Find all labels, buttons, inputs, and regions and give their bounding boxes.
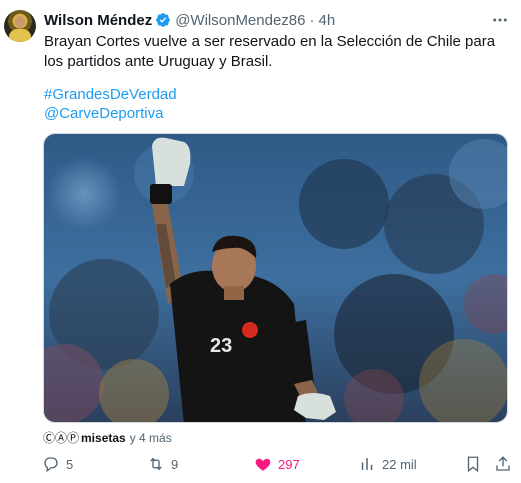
tweet-header: Wilson Méndez @WilsonMendez86 · 4h xyxy=(44,11,335,29)
share-icon xyxy=(496,456,510,471)
retweet-button[interactable]: 9 xyxy=(147,452,178,476)
jersey-number: 23 xyxy=(210,335,232,357)
verified-badge-icon xyxy=(155,12,171,28)
avatar[interactable] xyxy=(4,10,36,42)
like-count: 297 xyxy=(278,456,300,472)
hashtag-link[interactable]: #GrandesDeVerdad xyxy=(44,85,177,105)
like-button[interactable]: 297 xyxy=(254,452,300,476)
mention-link[interactable]: @CarveDeportiva xyxy=(44,104,163,124)
header-separator: · xyxy=(309,11,315,29)
reply-icon xyxy=(44,457,58,473)
avatar-shirt xyxy=(9,29,31,42)
bookmark-button[interactable] xyxy=(464,452,488,476)
more-options-button[interactable] xyxy=(489,10,511,30)
attribution-user[interactable]: misetas xyxy=(81,431,126,445)
views-icon xyxy=(361,458,373,470)
retweet-count: 9 xyxy=(171,456,179,472)
tweet-text: Brayan Cortes vuelve a ser reservado en … xyxy=(44,33,496,70)
bookmark-icon xyxy=(467,456,479,473)
license-icons: ⒸⒶⓅ xyxy=(43,431,80,445)
more-icon xyxy=(493,18,507,22)
attribution-more[interactable]: y 4 más xyxy=(130,431,172,445)
tweet-photo[interactable]: 23 xyxy=(43,133,508,423)
author-name[interactable]: Wilson Méndez xyxy=(44,12,152,29)
tweet-actions: 5 9 297 22 mil xyxy=(0,452,521,476)
views-button[interactable]: 22 mil xyxy=(358,452,417,476)
tweet-time[interactable]: 4h xyxy=(319,12,336,29)
author-handle[interactable]: @WilsonMendez86 xyxy=(175,12,305,29)
share-button[interactable] xyxy=(494,452,518,476)
photo-attribution[interactable]: ⒸⒶⓅ misetas y 4 más xyxy=(43,429,172,446)
avatar-face xyxy=(15,16,25,28)
retweet-icon xyxy=(150,457,162,471)
heart-icon xyxy=(255,458,271,471)
goalkeeper-photo: 23 xyxy=(44,134,507,422)
reply-button[interactable]: 5 xyxy=(42,452,73,476)
views-count: 22 mil xyxy=(382,456,417,472)
tweet: Wilson Méndez @WilsonMendez86 · 4h Braya… xyxy=(0,0,521,483)
reply-count: 5 xyxy=(66,456,74,472)
